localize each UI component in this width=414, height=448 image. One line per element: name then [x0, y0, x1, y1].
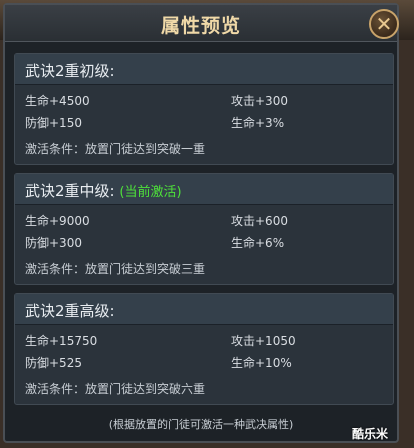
dialog-title: 属性预览: [160, 15, 241, 37]
stat-hp-percent: 生命+6%: [231, 236, 285, 250]
close-button[interactable]: ✕: [369, 9, 399, 39]
section-title-text: 武诀2重高级:: [25, 302, 115, 320]
stat-hp: 生命+9000: [25, 214, 90, 228]
activation-condition: 激活条件：放置门徒达到突破一重: [25, 142, 206, 156]
active-status-note: (当前激活): [119, 185, 182, 200]
tier-section-beginner: 武诀2重初级: 生命+4500 攻击+300 防御+150 生命+3% 激活条件…: [14, 53, 394, 165]
stat-defense: 防御+300: [25, 236, 82, 250]
section-title: 武诀2重初级:: [25, 60, 115, 81]
stat-attack: 攻击+1050: [231, 334, 296, 348]
section-title-text: 武诀2重初级:: [25, 62, 115, 80]
stat-defense: 防御+525: [25, 356, 82, 370]
section-header: 武诀2重高级:: [15, 294, 393, 325]
activation-condition: 激活条件：放置门徒达到突破六重: [25, 382, 206, 396]
section-header: 武诀2重中级: (当前激活): [15, 174, 393, 205]
close-icon: ✕: [375, 12, 393, 36]
tier-section-intermediate: 武诀2重中级: (当前激活) 生命+9000 攻击+600 防御+300 生命+…: [14, 173, 394, 285]
stat-defense: 防御+150: [25, 116, 82, 130]
stat-hp-percent: 生命+3%: [231, 116, 285, 130]
stat-attack: 攻击+300: [231, 94, 288, 108]
watermark: 酷乐米: [352, 427, 389, 441]
stat-hp: 生命+15750: [25, 334, 98, 348]
tier-section-advanced: 武诀2重高级: 生命+15750 攻击+1050 防御+525 生命+10% 激…: [14, 293, 394, 405]
stat-hp-percent: 生命+10%: [231, 356, 292, 370]
attribute-preview-dialog: 属性预览 ✕ 武诀2重初级: 生命+4500 攻击+300 防御+150 生命+…: [3, 3, 399, 443]
dialog-titlebar: 属性预览 ✕: [5, 5, 399, 42]
section-header: 武诀2重初级:: [15, 54, 393, 85]
activation-condition: 激活条件：放置门徒达到突破三重: [25, 262, 206, 276]
stat-hp: 生命+4500: [25, 94, 90, 108]
footer-hint: (根据放置的门徒可激活一种武决属性): [108, 418, 294, 431]
section-title: 武诀2重高级:: [25, 300, 115, 321]
section-title: 武诀2重中级: (当前激活): [25, 180, 182, 201]
stat-attack: 攻击+600: [231, 214, 288, 228]
section-title-text: 武诀2重中级:: [25, 182, 115, 200]
